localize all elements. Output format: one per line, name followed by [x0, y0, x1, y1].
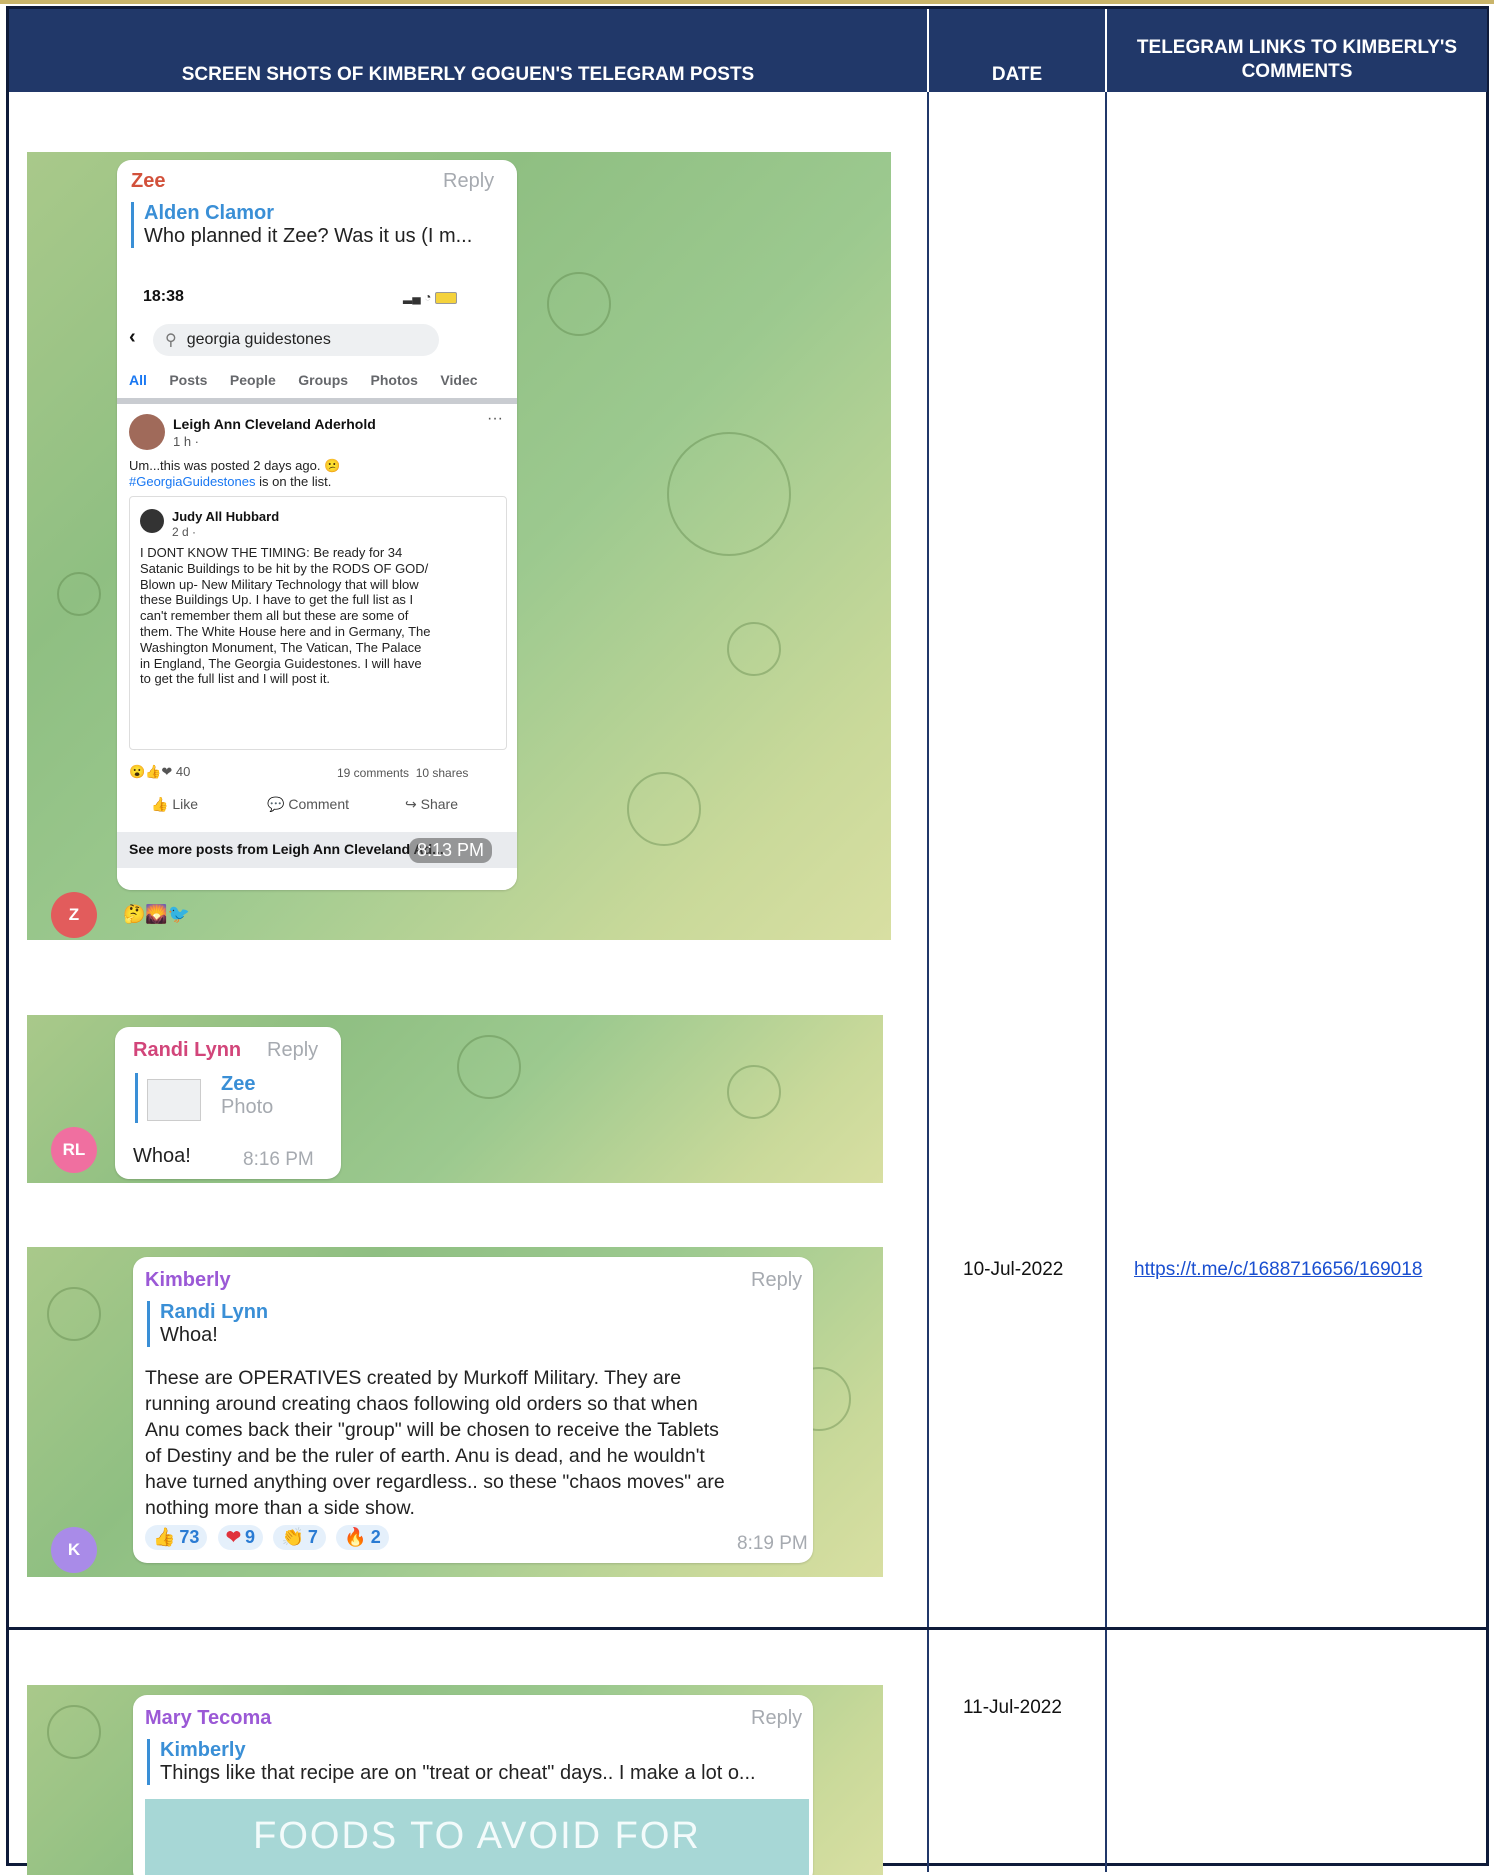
- avatar: [140, 509, 164, 533]
- avatar: K: [51, 1527, 97, 1573]
- quote-name: Alden Clamor: [144, 202, 275, 224]
- reply-quote: Alden Clamor Who planned it Zee? Was it …: [131, 202, 472, 248]
- status-icons: ▂▄ ◔: [403, 290, 457, 304]
- quote-text: Whoa!: [160, 1324, 218, 1346]
- post-meta: 1 h ·: [173, 434, 200, 449]
- back-icon[interactable]: ‹: [129, 326, 136, 349]
- screenshot-mary-reply: Mary Tecoma Reply Kimberly Things like t…: [27, 1685, 883, 1875]
- sender-name: Kimberly: [145, 1269, 231, 1291]
- tab-posts[interactable]: Posts: [169, 372, 207, 388]
- tab-groups[interactable]: Groups: [298, 372, 348, 388]
- image-banner: FOODS TO AVOID FOR: [145, 1799, 809, 1875]
- tab-videos[interactable]: Videc: [440, 372, 477, 388]
- quote-name: Kimberly: [160, 1739, 246, 1761]
- reply-quote: Kimberly Things like that recipe are on …: [147, 1739, 756, 1785]
- phone-time: 18:38: [143, 288, 184, 305]
- shared-meta: 2 d ·: [172, 525, 197, 539]
- reaction-clap[interactable]: 👏 7: [273, 1525, 326, 1550]
- facebook-tabs: All Posts People Groups Photos Videc: [129, 372, 496, 390]
- avatar: Z: [51, 892, 97, 938]
- shared-post: Judy All Hubbard 2 d · I DONT KNOW THE T…: [129, 496, 507, 750]
- like-button[interactable]: 👍 Like: [151, 796, 198, 813]
- comment-button[interactable]: 💬 Comment: [267, 796, 349, 813]
- quote-text: Who planned it Zee? Was it us (I m...: [144, 225, 473, 247]
- facebook-screenshot: 18:38 ▂▄ ◔ ‹ ⚲ georgia guidestones All P…: [117, 280, 517, 890]
- search-query: georgia guidestones: [186, 331, 331, 348]
- post-author: Leigh Ann Cleveland Aderhold: [173, 416, 376, 432]
- search-icon: ⚲: [165, 332, 177, 349]
- tab-underline: [117, 398, 517, 404]
- sender-name: Zee: [131, 170, 166, 192]
- header-screenshots: SCREEN SHOTS OF KIMBERLY GOGUEN'S TELEGR…: [9, 9, 927, 92]
- reply-quote: Zee Photo: [221, 1073, 273, 1119]
- reaction-emojis: 🤔🌄🐦: [123, 904, 191, 924]
- sender-name: Mary Tecoma: [145, 1707, 272, 1729]
- tab-all[interactable]: All: [129, 372, 147, 388]
- reply-button[interactable]: Reply: [267, 1039, 318, 1062]
- message-bubble: Randi Lynn Reply Zee Photo Whoa! 8:16 PM: [115, 1027, 341, 1179]
- share-button[interactable]: ↪ Share: [405, 796, 458, 813]
- tab-photos[interactable]: Photos: [371, 372, 418, 388]
- column-divider: [927, 92, 929, 1872]
- reply-button[interactable]: Reply: [751, 1707, 802, 1730]
- header-date: DATE: [929, 9, 1105, 92]
- message-time: 8:13 PM: [409, 838, 493, 863]
- row2-date: 11-Jul-2022: [963, 1697, 1062, 1718]
- reply-button[interactable]: Reply: [443, 170, 494, 193]
- shared-text: I DONT KNOW THE TIMING: Be ready for 34 …: [140, 545, 431, 687]
- message-time: 8:16 PM: [243, 1149, 314, 1170]
- reaction-thumbs-up[interactable]: 👍 73: [145, 1525, 208, 1550]
- top-accent-line: [0, 0, 1494, 4]
- comment-share-counts: 19 comments 10 shares: [337, 766, 469, 780]
- row1-date: 10-Jul-2022: [963, 1259, 1064, 1280]
- quote-text: Things like that recipe are on "treat or…: [160, 1762, 756, 1784]
- message-text: These are OPERATIVES created by Murkoff …: [145, 1367, 725, 1519]
- message-time: 8:19 PM: [737, 1533, 808, 1554]
- row1-telegram-link[interactable]: https://t.me/c/1688716656/169018: [1134, 1259, 1422, 1281]
- reactions-count: 😮👍❤ 40: [129, 764, 191, 779]
- tab-people[interactable]: People: [230, 372, 276, 388]
- message-bubble: Zee Reply Alden Clamor Who planned it Ze…: [117, 160, 517, 890]
- reaction-fire[interactable]: 🔥 2: [336, 1525, 389, 1550]
- message-text: Whoa!: [133, 1145, 191, 1167]
- reaction-heart[interactable]: ❤ 9: [217, 1525, 264, 1550]
- sender-name: Randi Lynn: [133, 1039, 242, 1061]
- photo-thumbnail: [147, 1079, 201, 1121]
- search-field[interactable]: ⚲ georgia guidestones: [153, 324, 439, 356]
- avatar: RL: [51, 1127, 97, 1173]
- screenshot-kimberly-comment: Kimberly Reply Randi Lynn Whoa! These ar…: [27, 1247, 883, 1577]
- screenshot-zee-post: Zee Reply Alden Clamor Who planned it Ze…: [27, 152, 891, 940]
- quote-name: Zee: [221, 1073, 256, 1095]
- more-icon[interactable]: ···: [487, 410, 503, 428]
- reaction-bar: 👍 73 ❤ 9 👏 7 🔥 2: [145, 1525, 395, 1550]
- posts-table: SCREEN SHOTS OF KIMBERLY GOGUEN'S TELEGR…: [6, 6, 1489, 1875]
- reply-button[interactable]: Reply: [751, 1269, 802, 1292]
- post-text: Um...this was posted 2 days ago. 😕 #Geor…: [129, 458, 341, 489]
- row-divider: [9, 1627, 1489, 1630]
- column-divider: [1105, 92, 1107, 1872]
- message-bubble: Kimberly Reply Randi Lynn Whoa! These ar…: [133, 1257, 813, 1563]
- quote-name: Randi Lynn: [160, 1301, 269, 1323]
- avatar: [129, 414, 165, 450]
- header-links: TELEGRAM LINKS TO KIMBERLY'S COMMENTS: [1107, 9, 1487, 92]
- shared-author: Judy All Hubbard: [172, 509, 280, 524]
- message-bubble: Mary Tecoma Reply Kimberly Things like t…: [133, 1695, 813, 1875]
- quote-text: Photo: [221, 1096, 274, 1118]
- reply-quote: Randi Lynn Whoa!: [147, 1301, 268, 1347]
- screenshot-randi-reply: Randi Lynn Reply Zee Photo Whoa! 8:16 PM…: [27, 1015, 883, 1183]
